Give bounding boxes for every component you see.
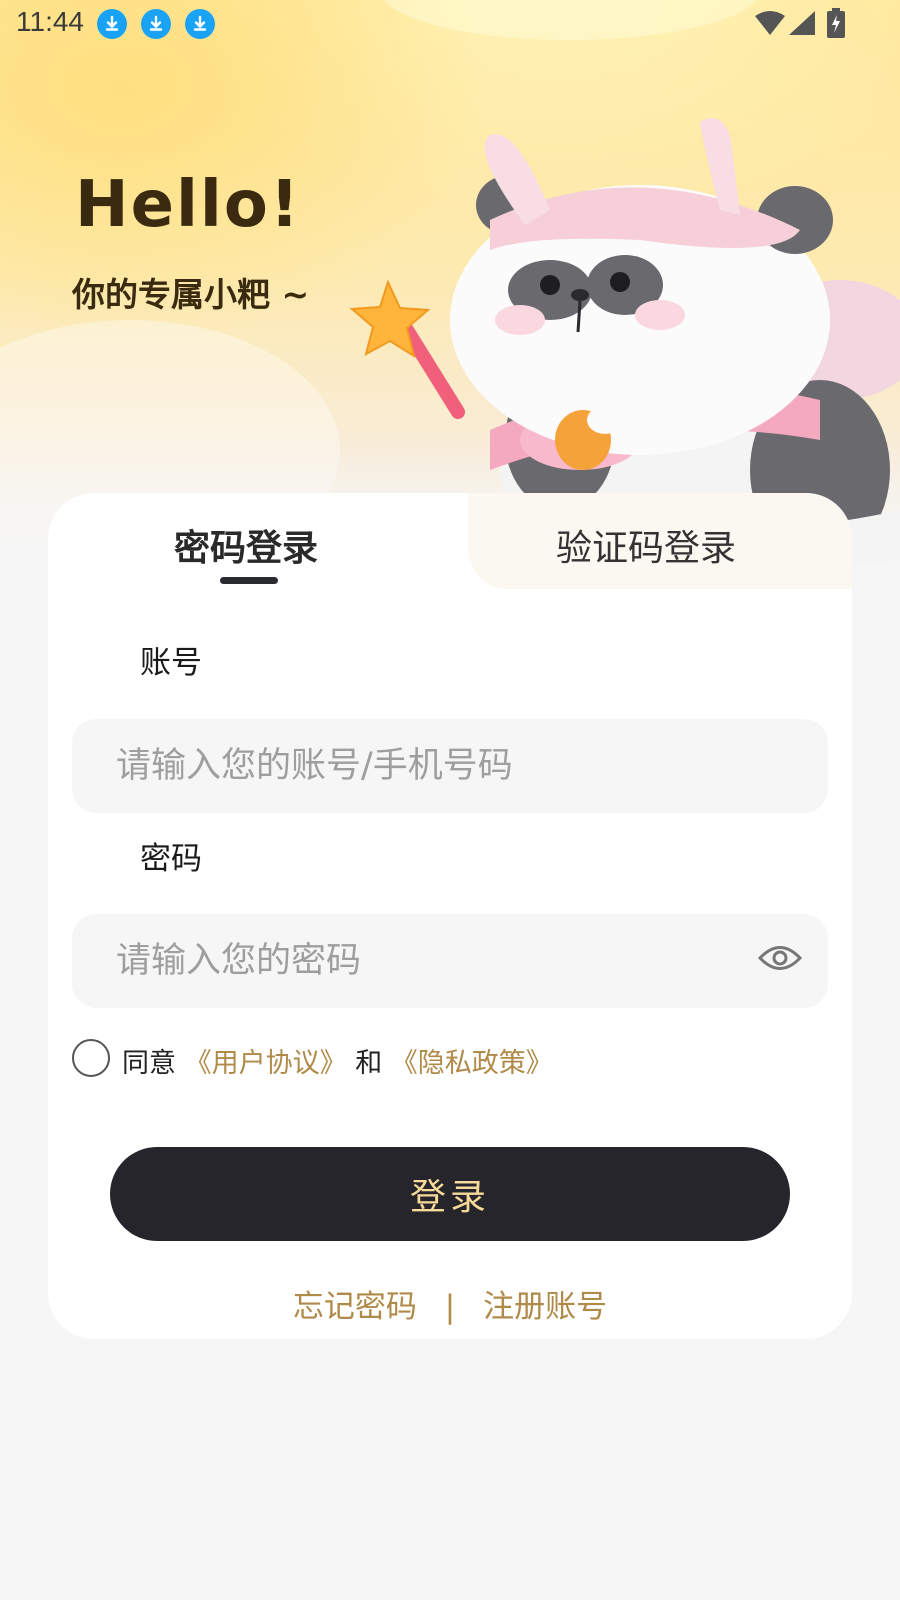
agreement-prefix: 同意 bbox=[122, 1048, 176, 1079]
password-input[interactable] bbox=[72, 914, 828, 1008]
account-input[interactable] bbox=[72, 719, 828, 813]
user-agreement-link[interactable]: 《用户协议》 bbox=[185, 1048, 347, 1079]
download-icon bbox=[185, 9, 215, 39]
download-icon bbox=[141, 9, 171, 39]
register-link[interactable]: 注册账号 bbox=[483, 1289, 607, 1325]
login-card: 密码登录 验证码登录 账号 密码 同意 《用户协议》 和 《隐私政策》 登录 忘… bbox=[48, 493, 852, 1339]
status-bar: 11:44 bbox=[0, 0, 900, 48]
signal-icon bbox=[789, 11, 815, 35]
battery-charging-icon bbox=[827, 8, 845, 38]
privacy-policy-link[interactable]: 《隐私政策》 bbox=[391, 1048, 553, 1079]
active-tab-indicator bbox=[220, 577, 278, 584]
eye-icon[interactable] bbox=[758, 943, 802, 973]
account-label: 账号 bbox=[140, 645, 202, 681]
download-icon bbox=[97, 9, 127, 39]
link-separator: | bbox=[444, 1289, 456, 1325]
password-label: 密码 bbox=[140, 841, 202, 877]
greeting-subtitle: 你的专属小粑 ~ bbox=[72, 275, 310, 314]
greeting-title: Hello! bbox=[75, 168, 301, 242]
tab-code-login[interactable]: 验证码登录 bbox=[556, 519, 736, 571]
login-button[interactable]: 登录 bbox=[110, 1147, 790, 1241]
tab-password-login[interactable]: 密码登录 bbox=[174, 519, 318, 571]
password-field bbox=[72, 914, 828, 1008]
agreement-text: 同意 《用户协议》 和 《隐私政策》 bbox=[122, 1041, 553, 1080]
account-field bbox=[72, 719, 828, 813]
login-tabs: 密码登录 验证码登录 bbox=[48, 493, 852, 589]
status-time: 11:44 bbox=[16, 6, 84, 37]
agreement-checkbox[interactable] bbox=[72, 1039, 110, 1077]
agreement-conjunction: 和 bbox=[355, 1048, 383, 1079]
bottom-links: 忘记密码 | 注册账号 bbox=[48, 1281, 852, 1326]
forgot-password-link[interactable]: 忘记密码 bbox=[293, 1289, 417, 1325]
wifi-icon bbox=[755, 11, 785, 35]
